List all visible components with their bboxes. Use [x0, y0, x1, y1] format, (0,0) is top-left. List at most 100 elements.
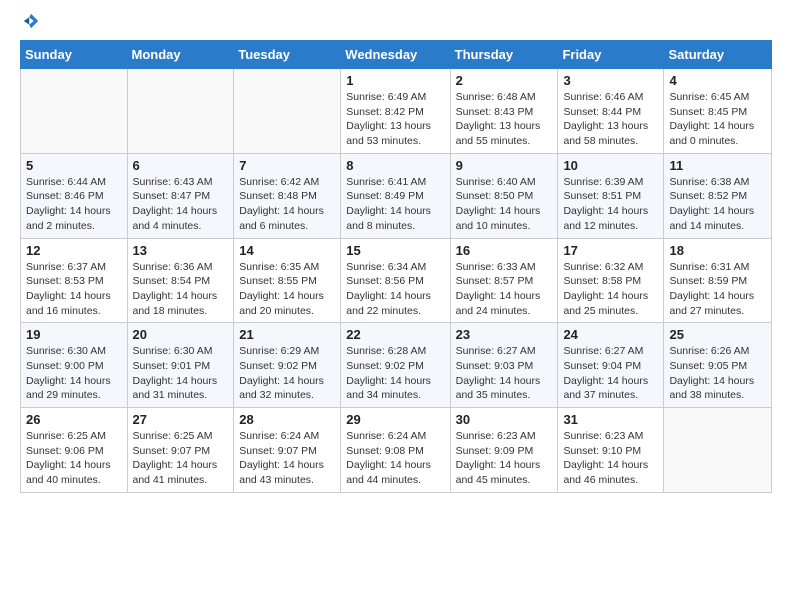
calendar-cell: 3 Sunrise: 6:46 AM Sunset: 8:44 PM Daylig…: [558, 69, 664, 154]
calendar-cell: 25 Sunrise: 6:26 AM Sunset: 9:05 PM Dayli…: [664, 323, 772, 408]
logo: [20, 16, 40, 30]
weekday-header-wednesday: Wednesday: [341, 41, 450, 69]
weekday-header-friday: Friday: [558, 41, 664, 69]
page: SundayMondayTuesdayWednesdayThursdayFrid…: [0, 0, 792, 509]
calendar-cell: 9 Sunrise: 6:40 AM Sunset: 8:50 PM Daylig…: [450, 153, 558, 238]
day-number: 12: [26, 243, 122, 258]
calendar-cell: 31 Sunrise: 6:23 AM Sunset: 9:10 PM Dayli…: [558, 408, 664, 493]
calendar-cell: 17 Sunrise: 6:32 AM Sunset: 8:58 PM Dayli…: [558, 238, 664, 323]
day-number: 2: [456, 73, 553, 88]
calendar-cell: 1 Sunrise: 6:49 AM Sunset: 8:42 PM Daylig…: [341, 69, 450, 154]
week-row-4: 19 Sunrise: 6:30 AM Sunset: 9:00 PM Dayli…: [21, 323, 772, 408]
calendar-cell: 16Sunrise: 6:33 AM Sunset: 8:57 PM Dayli…: [450, 238, 558, 323]
day-info: Sunrise: 6:31 AM Sunset: 8:59 PM Dayligh…: [669, 260, 766, 319]
day-number: 20: [133, 327, 229, 342]
day-info: Sunrise: 6:26 AM Sunset: 9:05 PM Dayligh…: [669, 344, 766, 403]
calendar-cell: 26 Sunrise: 6:25 AM Sunset: 9:06 PM Dayli…: [21, 408, 128, 493]
day-info: Sunrise: 6:23 AM Sunset: 9:09 PM Dayligh…: [456, 429, 553, 488]
day-number: 27: [133, 412, 229, 427]
weekday-header-tuesday: Tuesday: [234, 41, 341, 69]
day-number: 31: [563, 412, 658, 427]
weekday-header-thursday: Thursday: [450, 41, 558, 69]
weekday-header-monday: Monday: [127, 41, 234, 69]
day-info: Sunrise: 6:39 AM Sunset: 8:51 PM Dayligh…: [563, 175, 658, 234]
calendar-cell: 2 Sunrise: 6:48 AM Sunset: 8:43 PM Daylig…: [450, 69, 558, 154]
weekday-header-saturday: Saturday: [664, 41, 772, 69]
day-info: Sunrise: 6:24 AM Sunset: 9:08 PM Dayligh…: [346, 429, 444, 488]
day-info: Sunrise: 6:29 AM Sunset: 9:02 PM Dayligh…: [239, 344, 335, 403]
calendar-cell: 22 Sunrise: 6:28 AM Sunset: 9:02 PM Dayli…: [341, 323, 450, 408]
day-number: 4: [669, 73, 766, 88]
day-number: 11: [669, 158, 766, 173]
day-number: 29: [346, 412, 444, 427]
calendar: SundayMondayTuesdayWednesdayThursdayFrid…: [20, 40, 772, 493]
calendar-cell: 20 Sunrise: 6:30 AM Sunset: 9:01 PM Dayli…: [127, 323, 234, 408]
day-info: Sunrise: 6:25 AM Sunset: 9:06 PM Dayligh…: [26, 429, 122, 488]
day-number: 3: [563, 73, 658, 88]
day-info: Sunrise: 6:49 AM Sunset: 8:42 PM Dayligh…: [346, 90, 444, 149]
calendar-cell: 18Sunrise: 6:31 AM Sunset: 8:59 PM Dayli…: [664, 238, 772, 323]
day-number: 21: [239, 327, 335, 342]
day-number: 1: [346, 73, 444, 88]
calendar-cell: 4 Sunrise: 6:45 AM Sunset: 8:45 PM Daylig…: [664, 69, 772, 154]
day-number: 26: [26, 412, 122, 427]
day-info: Sunrise: 6:33 AM Sunset: 8:57 PM Dayligh…: [456, 260, 553, 319]
day-number: 9: [456, 158, 553, 173]
day-info: Sunrise: 6:24 AM Sunset: 9:07 PM Dayligh…: [239, 429, 335, 488]
day-number: 19: [26, 327, 122, 342]
day-info: Sunrise: 6:27 AM Sunset: 9:04 PM Dayligh…: [563, 344, 658, 403]
day-number: 8: [346, 158, 444, 173]
calendar-cell: [127, 69, 234, 154]
calendar-cell: 12 Sunrise: 6:37 AM Sunset: 8:53 PM Dayli…: [21, 238, 128, 323]
day-info: Sunrise: 6:30 AM Sunset: 9:00 PM Dayligh…: [26, 344, 122, 403]
calendar-cell: 28 Sunrise: 6:24 AM Sunset: 9:07 PM Dayli…: [234, 408, 341, 493]
day-number: 17: [563, 243, 658, 258]
day-number: 13: [133, 243, 229, 258]
calendar-cell: 11 Sunrise: 6:38 AM Sunset: 8:52 PM Dayli…: [664, 153, 772, 238]
day-info: Sunrise: 6:32 AM Sunset: 8:58 PM Dayligh…: [563, 260, 658, 319]
day-info: Sunrise: 6:41 AM Sunset: 8:49 PM Dayligh…: [346, 175, 444, 234]
day-info: Sunrise: 6:37 AM Sunset: 8:53 PM Dayligh…: [26, 260, 122, 319]
day-info: Sunrise: 6:38 AM Sunset: 8:52 PM Dayligh…: [669, 175, 766, 234]
day-number: 23: [456, 327, 553, 342]
weekday-header-sunday: Sunday: [21, 41, 128, 69]
calendar-cell: 27 Sunrise: 6:25 AM Sunset: 9:07 PM Dayli…: [127, 408, 234, 493]
day-number: 28: [239, 412, 335, 427]
calendar-cell: 23 Sunrise: 6:27 AM Sunset: 9:03 PM Dayli…: [450, 323, 558, 408]
calendar-cell: 21 Sunrise: 6:29 AM Sunset: 9:02 PM Dayli…: [234, 323, 341, 408]
day-number: 22: [346, 327, 444, 342]
day-info: Sunrise: 6:35 AM Sunset: 8:55 PM Dayligh…: [239, 260, 335, 319]
day-info: Sunrise: 6:45 AM Sunset: 8:45 PM Dayligh…: [669, 90, 766, 149]
week-row-5: 26 Sunrise: 6:25 AM Sunset: 9:06 PM Dayli…: [21, 408, 772, 493]
day-number: 25: [669, 327, 766, 342]
day-info: Sunrise: 6:28 AM Sunset: 9:02 PM Dayligh…: [346, 344, 444, 403]
calendar-cell: [21, 69, 128, 154]
day-info: Sunrise: 6:30 AM Sunset: 9:01 PM Dayligh…: [133, 344, 229, 403]
day-info: Sunrise: 6:44 AM Sunset: 8:46 PM Dayligh…: [26, 175, 122, 234]
week-row-1: 1 Sunrise: 6:49 AM Sunset: 8:42 PM Daylig…: [21, 69, 772, 154]
day-info: Sunrise: 6:42 AM Sunset: 8:48 PM Dayligh…: [239, 175, 335, 234]
day-info: Sunrise: 6:46 AM Sunset: 8:44 PM Dayligh…: [563, 90, 658, 149]
day-number: 24: [563, 327, 658, 342]
calendar-cell: 5 Sunrise: 6:44 AM Sunset: 8:46 PM Daylig…: [21, 153, 128, 238]
day-number: 10: [563, 158, 658, 173]
day-number: 30: [456, 412, 553, 427]
day-info: Sunrise: 6:23 AM Sunset: 9:10 PM Dayligh…: [563, 429, 658, 488]
day-info: Sunrise: 6:48 AM Sunset: 8:43 PM Dayligh…: [456, 90, 553, 149]
calendar-cell: 8 Sunrise: 6:41 AM Sunset: 8:49 PM Daylig…: [341, 153, 450, 238]
calendar-cell: 29 Sunrise: 6:24 AM Sunset: 9:08 PM Dayli…: [341, 408, 450, 493]
day-info: Sunrise: 6:43 AM Sunset: 8:47 PM Dayligh…: [133, 175, 229, 234]
week-row-2: 5 Sunrise: 6:44 AM Sunset: 8:46 PM Daylig…: [21, 153, 772, 238]
day-number: 5: [26, 158, 122, 173]
calendar-cell: 15Sunrise: 6:34 AM Sunset: 8:56 PM Dayli…: [341, 238, 450, 323]
day-number: 6: [133, 158, 229, 173]
header: [20, 16, 772, 30]
day-info: Sunrise: 6:25 AM Sunset: 9:07 PM Dayligh…: [133, 429, 229, 488]
day-number: 14: [239, 243, 335, 258]
weekday-header-row: SundayMondayTuesdayWednesdayThursdayFrid…: [21, 41, 772, 69]
calendar-cell: 10 Sunrise: 6:39 AM Sunset: 8:51 PM Dayli…: [558, 153, 664, 238]
day-info: Sunrise: 6:27 AM Sunset: 9:03 PM Dayligh…: [456, 344, 553, 403]
calendar-cell: 13Sunrise: 6:36 AM Sunset: 8:54 PM Dayli…: [127, 238, 234, 323]
day-info: Sunrise: 6:34 AM Sunset: 8:56 PM Dayligh…: [346, 260, 444, 319]
day-info: Sunrise: 6:40 AM Sunset: 8:50 PM Dayligh…: [456, 175, 553, 234]
